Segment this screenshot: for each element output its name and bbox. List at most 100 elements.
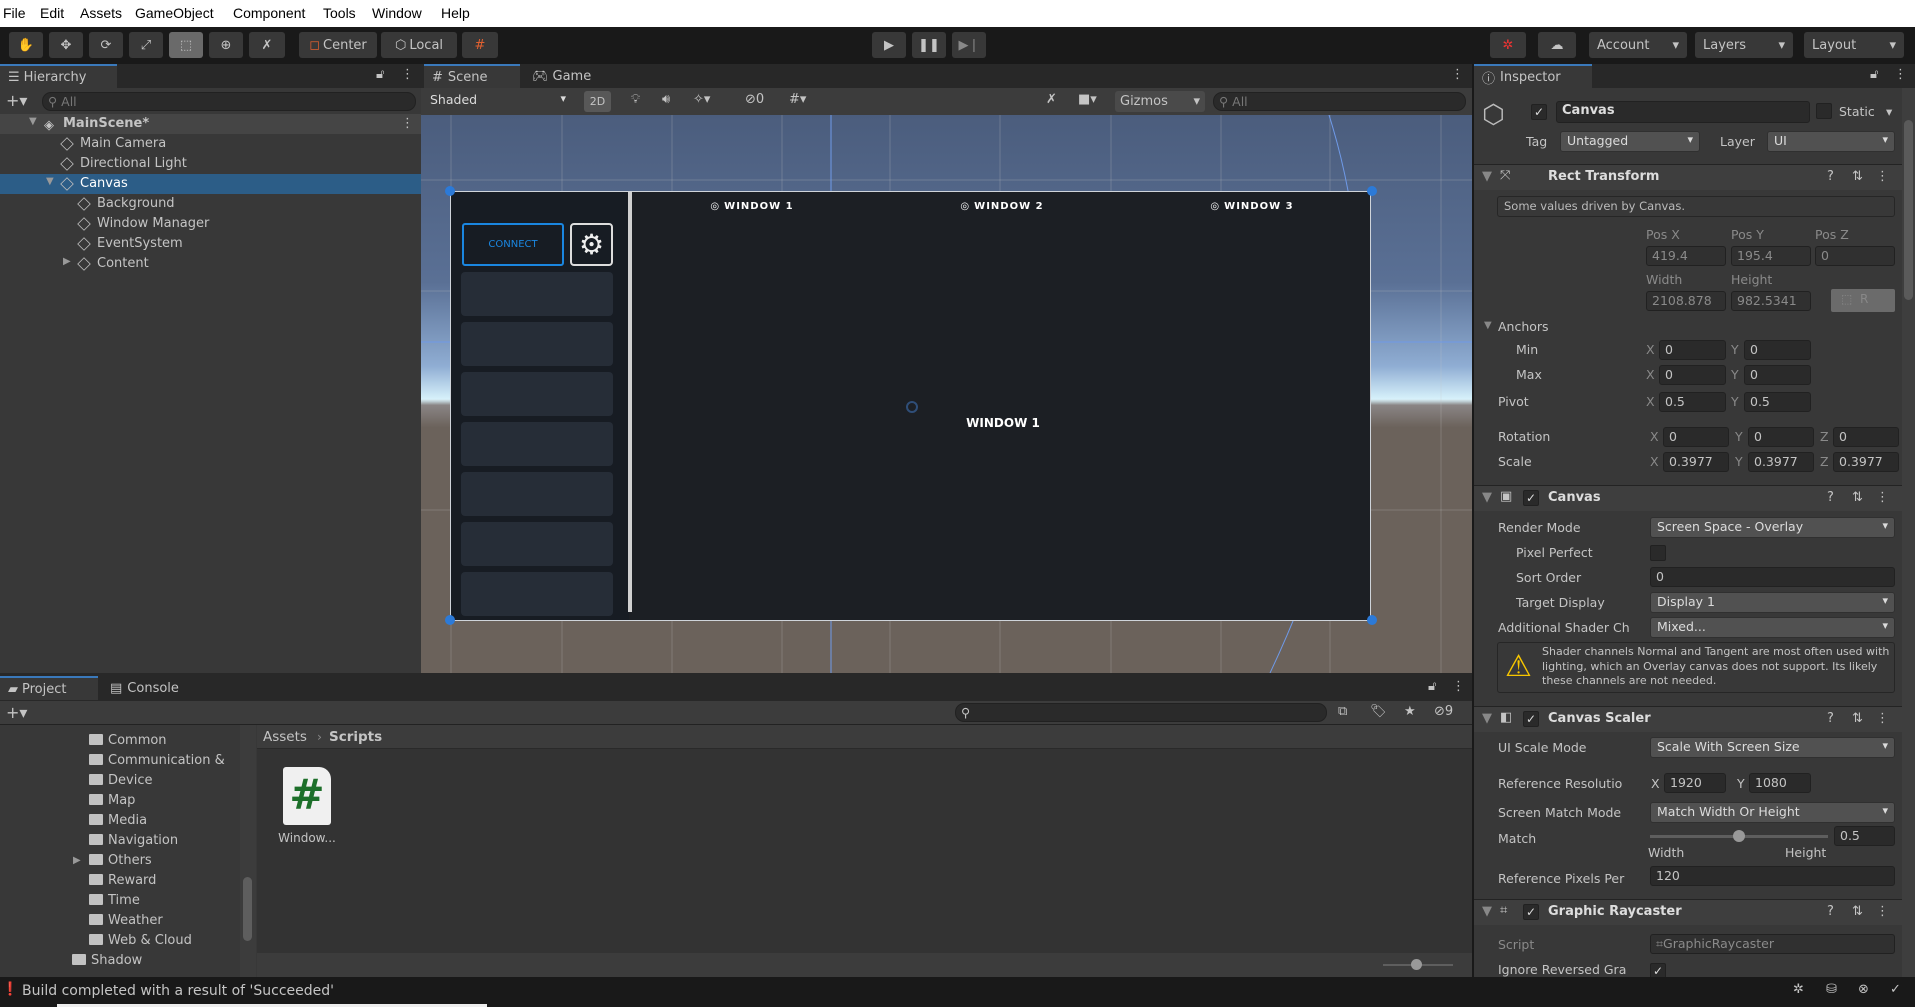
folder-item[interactable]: Commerce: [89, 725, 179, 733]
sidebar-slot[interactable]: [461, 372, 613, 416]
hierarchy-item[interactable]: ▶ Content: [0, 254, 421, 274]
folder-item[interactable]: Communication &: [89, 753, 225, 773]
pos-z-field[interactable]: 0: [1815, 246, 1895, 266]
collab-icon[interactable]: ✲: [1490, 32, 1526, 58]
lock-icon[interactable]: 🔓︎: [1870, 67, 1878, 82]
more-icon[interactable]: ⋮: [1451, 67, 1464, 82]
layout-dropdown[interactable]: Layout ▾: [1804, 32, 1904, 58]
max-x-field[interactable]: 0: [1659, 365, 1726, 385]
more-icon[interactable]: ⋮: [1452, 679, 1465, 694]
breadcrumb-scripts[interactable]: Scripts: [329, 729, 382, 745]
canvas-rect[interactable]: CONNECT ⚙ ◎ WINDOW 1 ◎ WINDOW 2 ◎ WINDOW 3 WI…: [450, 191, 1371, 621]
tab-game[interactable]: 🎮︎ Game: [524, 64, 614, 88]
camera-icon[interactable]: ■▾: [1078, 92, 1097, 107]
preset-icon[interactable]: ⇅: [1852, 490, 1863, 505]
folder-item[interactable]: Web & Cloud: [89, 933, 192, 953]
rot-y-field[interactable]: 0: [1748, 427, 1814, 447]
tab-console[interactable]: ▤ Console: [102, 676, 202, 700]
project-search-input[interactable]: ⚲: [955, 703, 1327, 722]
hierarchy-item[interactable]: EventSystem: [0, 234, 421, 254]
debug-icon[interactable]: ✲: [1793, 982, 1804, 997]
foldout-arrow-icon[interactable]: ▼: [1482, 904, 1492, 919]
folder-item[interactable]: ▶ Others: [73, 853, 152, 873]
slider-thumb[interactable]: [1411, 959, 1422, 970]
folder-item[interactable]: Time: [89, 893, 140, 913]
sidebar-slot[interactable]: [461, 522, 613, 566]
menu-item-edit[interactable]: Edit: [40, 5, 64, 21]
filter-label-icon[interactable]: 🏷︎: [1370, 704, 1387, 719]
menu-item-file[interactable]: File: [3, 5, 26, 21]
height-field[interactable]: 982.5341: [1731, 291, 1811, 311]
sidebar-slot[interactable]: [461, 322, 613, 366]
collapse-arrow-icon[interactable]: ▶: [63, 256, 71, 267]
collapse-arrow-icon[interactable]: ▶: [73, 855, 81, 866]
more-icon[interactable]: ⋮: [1876, 904, 1889, 919]
help-icon[interactable]: ?: [1827, 169, 1834, 184]
menu-item-tools[interactable]: Tools: [323, 5, 356, 21]
help-icon[interactable]: ?: [1827, 904, 1834, 919]
expand-arrow-icon[interactable]: ▼: [29, 116, 37, 127]
graphic-raycaster-header[interactable]: ▼ ⌗ ✓ Graphic Raycaster ? ⇅ ⋮: [1474, 899, 1902, 925]
pos-y-field[interactable]: 195.4: [1731, 246, 1811, 266]
folder-item[interactable]: Map: [89, 793, 135, 813]
menu-item-component[interactable]: Component: [233, 5, 305, 21]
tab-hierarchy[interactable]: ☰ Hierarchy: [0, 64, 117, 88]
more-icon[interactable]: ⋮: [1876, 169, 1889, 184]
hidden-packages-icon[interactable]: ⊘9: [1434, 704, 1453, 719]
hierarchy-item[interactable]: Directional Light: [0, 154, 421, 174]
network-icon[interactable]: ⊗: [1858, 982, 1869, 997]
tag-dropdown[interactable]: Untagged: [1560, 131, 1700, 152]
hierarchy-item[interactable]: ▼ Canvas: [0, 174, 421, 194]
blueprint-raw-buttons[interactable]: ⬚ R: [1831, 289, 1895, 312]
min-x-field[interactable]: 0: [1659, 340, 1726, 360]
status-message[interactable]: Build completed with a result of 'Succee…: [22, 983, 334, 999]
ui-scale-mode-dropdown[interactable]: Scale With Screen Size: [1650, 737, 1895, 758]
folder-item[interactable]: Reward: [89, 873, 156, 893]
menu-item-assets[interactable]: Assets: [80, 5, 122, 21]
pos-x-field[interactable]: 419.4: [1646, 246, 1726, 266]
scale-tool-icon[interactable]: ⤢: [129, 32, 163, 58]
hidden-objects-icon[interactable]: ⊘0: [745, 92, 764, 107]
rect-handle-tl[interactable]: [445, 186, 455, 196]
move-tool-icon[interactable]: ✥: [49, 32, 83, 58]
width-field[interactable]: 2108.878: [1646, 291, 1726, 311]
target-display-dropdown[interactable]: Display 1: [1650, 592, 1895, 613]
static-checkbox[interactable]: [1816, 103, 1832, 119]
preset-icon[interactable]: ⇅: [1852, 904, 1863, 919]
static-dropdown[interactable]: Static: [1839, 104, 1875, 119]
ref-res-x-field[interactable]: 1920: [1664, 773, 1726, 793]
rect-handle-br[interactable]: [1367, 615, 1377, 625]
pivot-local-button[interactable]: ⬡ Local: [381, 32, 457, 58]
more-icon[interactable]: ⋮: [1894, 67, 1907, 82]
folder-item[interactable]: Navigation: [89, 833, 178, 853]
scale-x-field[interactable]: 0.3977: [1663, 452, 1729, 472]
window-tab-3[interactable]: ◎ WINDOW 3: [1210, 201, 1293, 212]
effects-icon[interactable]: ✧▾: [693, 92, 710, 107]
min-y-field[interactable]: 0: [1744, 340, 1811, 360]
hierarchy-item[interactable]: ▼ ◈ MainScene* ⋮: [0, 114, 421, 134]
pause-button[interactable]: ❚❚: [912, 32, 946, 58]
add-icon[interactable]: +▾: [6, 91, 27, 110]
preset-icon[interactable]: ⇅: [1852, 711, 1863, 726]
canvas-component-header[interactable]: ▼ ▣ ✓ Canvas ? ⇅ ⋮: [1474, 485, 1902, 511]
ref-pixels-per-unit-field[interactable]: 120: [1650, 866, 1895, 886]
canvas-scaler-header[interactable]: ▼ ◧ ✓ Canvas Scaler ? ⇅ ⋮: [1474, 706, 1902, 732]
rotate-tool-icon[interactable]: ⟳: [89, 32, 123, 58]
render-mode-dropdown[interactable]: Screen Space - Overlay: [1650, 517, 1895, 538]
preset-icon[interactable]: ⇅: [1852, 169, 1863, 184]
shading-mode-dropdown[interactable]: Shaded: [424, 91, 572, 112]
rot-x-field[interactable]: 0: [1663, 427, 1729, 447]
help-icon[interactable]: ?: [1827, 490, 1834, 505]
foldout-arrow-icon[interactable]: ▼: [1482, 711, 1492, 726]
sidebar-slot[interactable]: [461, 272, 613, 316]
scene-viewport[interactable]: CONNECT ⚙ ◎ WINDOW 1 ◎ WINDOW 2 ◎ WINDOW 3 WI…: [421, 115, 1472, 673]
folder-item[interactable]: Common: [89, 733, 167, 753]
script-field[interactable]: ⌗GraphicRaycaster: [1650, 934, 1895, 954]
rot-z-field[interactable]: 0: [1833, 427, 1899, 447]
match-field[interactable]: 0.5: [1834, 826, 1895, 846]
hierarchy-item[interactable]: Main Camera: [0, 134, 421, 154]
more-icon[interactable]: ⋮: [1876, 711, 1889, 726]
sort-order-field[interactable]: 0: [1650, 567, 1895, 587]
rect-transform-header[interactable]: ▼ ⤧ Rect Transform ? ⇅ ⋮: [1474, 164, 1902, 190]
enabled-checkbox[interactable]: ✓: [1523, 711, 1539, 727]
